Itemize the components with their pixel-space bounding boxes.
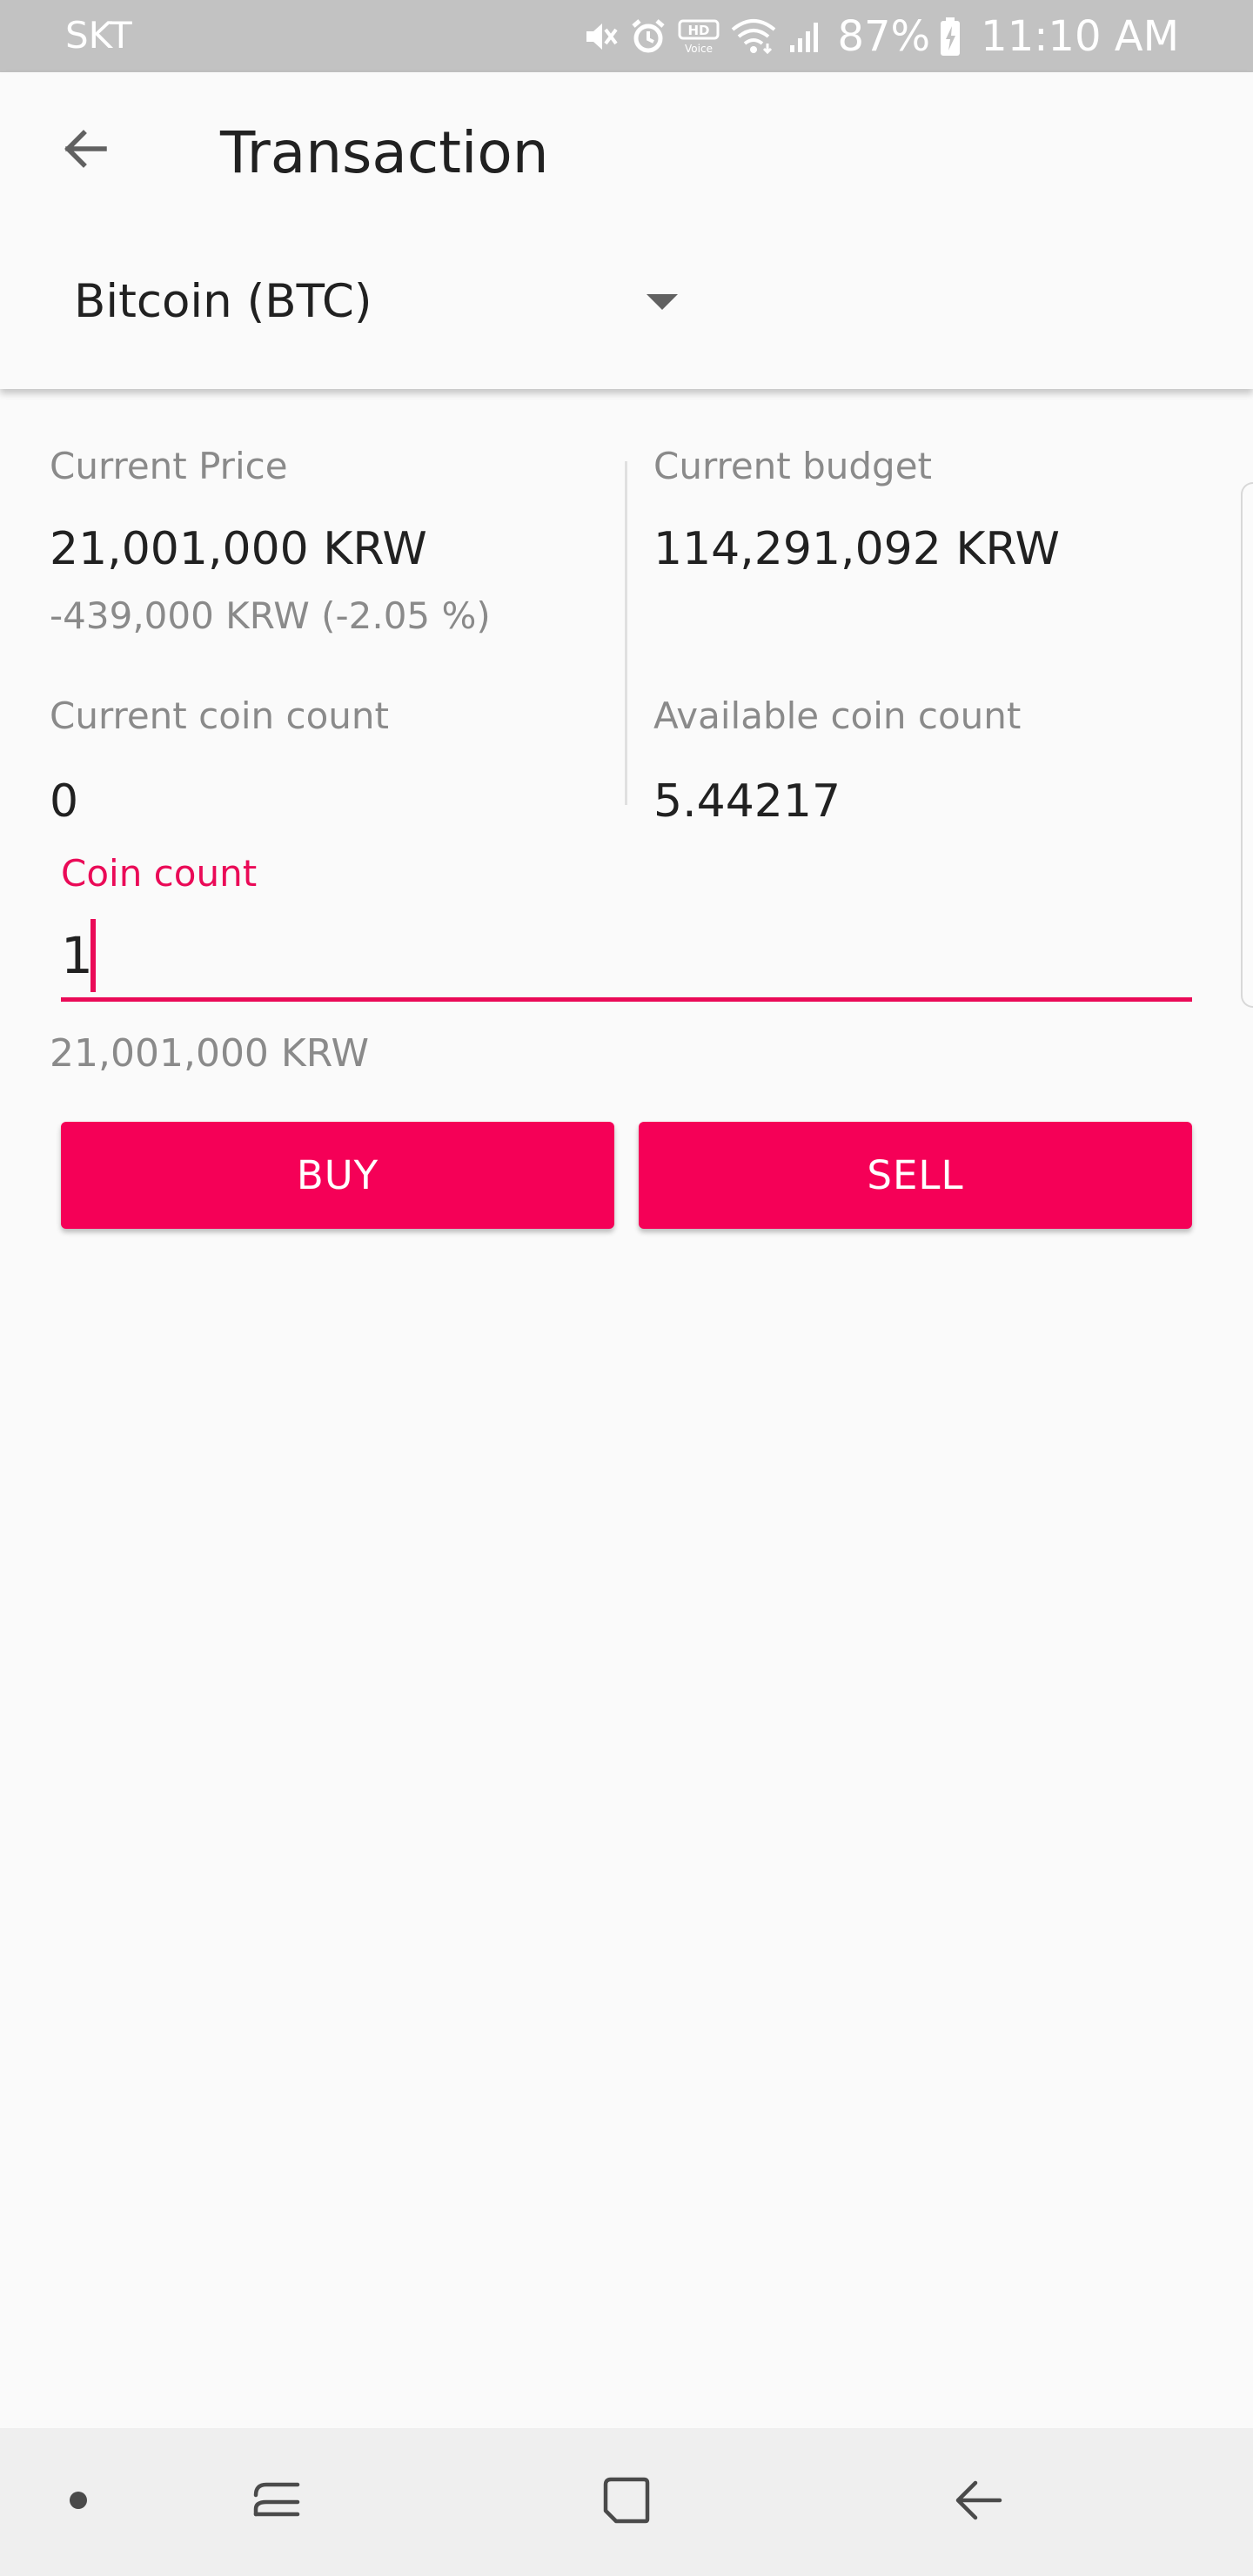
status-time: 11:10 AM: [981, 12, 1179, 61]
arrow-back-icon: [59, 123, 111, 178]
battery-charging-icon: [939, 16, 962, 57]
current-budget-value: 114,291,092 KRW: [653, 523, 1060, 575]
signal-icon: [787, 17, 825, 56]
svg-text:Voice: Voice: [686, 43, 714, 55]
current-coin-count-value: 0: [50, 775, 79, 828]
coin-count-label: Coin count: [61, 852, 258, 895]
coin-selector-value: Bitcoin (BTC): [74, 275, 372, 328]
buy-button[interactable]: BUY: [61, 1122, 614, 1229]
wifi-icon: [729, 17, 778, 56]
current-coin-count-label: Current coin count: [50, 694, 390, 737]
total-price: 21,001,000 KRW: [50, 1031, 370, 1076]
home-icon: [599, 2472, 654, 2532]
recent-apps-button[interactable]: [233, 2459, 320, 2546]
carrier-name: SKT: [65, 14, 132, 57]
hd-voice-icon: HD Voice: [677, 17, 720, 56]
dot-button[interactable]: [35, 2459, 122, 2546]
dropdown-arrow-icon: [645, 292, 680, 316]
current-price-value: 21,001,000 KRW: [50, 523, 427, 575]
navigation-bar: [0, 2428, 1253, 2576]
home-button[interactable]: [583, 2459, 670, 2546]
back-nav-button[interactable]: [934, 2459, 1021, 2546]
available-coin-count-value: 5.44217: [653, 775, 841, 828]
page-title: Transaction: [220, 119, 549, 186]
status-bar: SKT HD Voice 87% 11:10 AM: [0, 0, 1253, 72]
svg-text:HD: HD: [688, 23, 710, 38]
alarm-icon: [628, 17, 668, 57]
mute-icon: [581, 17, 620, 56]
current-budget-label: Current budget: [653, 445, 933, 487]
coin-count-input[interactable]: [61, 912, 1192, 1002]
current-price-change: -439,000 KRW (-2.05 %): [50, 594, 491, 637]
side-panel-handle[interactable]: [1241, 482, 1253, 1008]
dot-icon: [68, 2490, 89, 2514]
app-bar: Transaction Bitcoin (BTC): [0, 72, 1253, 389]
available-coin-count-label: Available coin count: [653, 694, 1022, 737]
back-icon: [949, 2472, 1005, 2532]
back-button[interactable]: [42, 107, 129, 194]
sell-button[interactable]: SELL: [639, 1122, 1192, 1229]
current-price-label: Current Price: [50, 445, 288, 487]
status-icons: HD Voice 87% 11:10 AM: [581, 10, 1179, 63]
column-divider: [625, 461, 627, 805]
battery-percent: 87%: [837, 12, 931, 61]
recent-apps-icon: [249, 2472, 305, 2532]
coin-selector[interactable]: Bitcoin (BTC): [74, 271, 683, 340]
